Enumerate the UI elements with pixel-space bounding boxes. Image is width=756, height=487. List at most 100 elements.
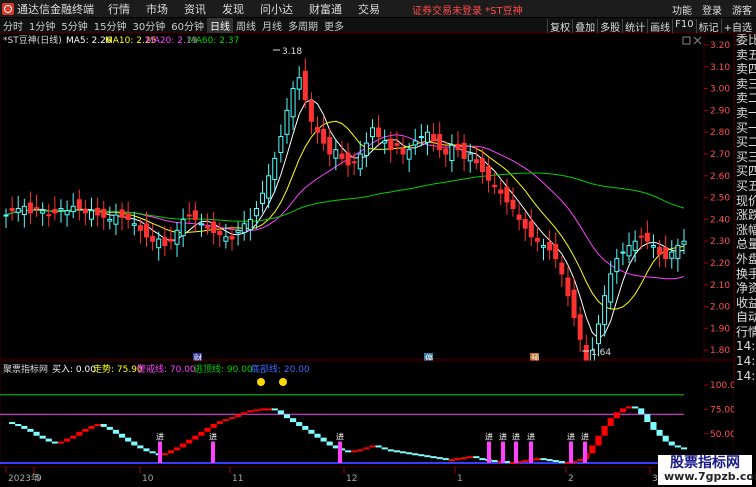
indicator-step (204, 427, 211, 432)
indicator-step (381, 447, 388, 450)
date-tick-label: 12 (346, 474, 357, 484)
period-60min[interactable]: 60分钟 (168, 18, 207, 33)
indicator-step (558, 461, 565, 464)
watermark-title: 股票指标网 (670, 455, 740, 471)
candle-body (235, 229, 241, 234)
indicator-step (192, 435, 199, 440)
indicator-step (479, 458, 486, 461)
indicator-step (308, 429, 315, 434)
indicator-buy: 买入: 0.00 (52, 364, 96, 375)
candle-body (186, 214, 192, 217)
candle-body (113, 214, 119, 225)
indicator-step (668, 441, 675, 446)
candle-body (626, 245, 632, 257)
candle-body (565, 277, 571, 297)
menu-faxian[interactable]: 发现 (222, 1, 244, 17)
signal-bar (158, 441, 162, 463)
candle-body (620, 251, 626, 254)
side-quote-label: 买四 (736, 164, 756, 179)
period-multi[interactable]: 多周期 (285, 18, 321, 33)
candle-body (583, 345, 589, 362)
candle-body (351, 161, 357, 164)
period-1min[interactable]: 1分钟 (26, 18, 58, 33)
candle-body (315, 127, 321, 133)
overlay-button[interactable]: 叠加 (572, 19, 597, 34)
period-month[interactable]: 月线 (259, 18, 285, 33)
menu-jiaoyi[interactable]: 交易 (358, 1, 380, 17)
mark-button[interactable]: 标记 (695, 19, 721, 34)
candle-body (357, 153, 363, 170)
candle-body (394, 143, 400, 146)
indicator-step (393, 450, 400, 453)
menu-caifutong[interactable]: 财富通 (309, 1, 342, 17)
indicator-step (595, 435, 602, 446)
indicator-step (589, 445, 596, 454)
period-fenshi[interactable]: 分时 (0, 18, 26, 33)
kline-chart[interactable]: *ST豆神(日线) MA5: 2.26 MA10: 2.25 MA20: 2.1… (0, 33, 734, 487)
tool-buttons: 复权 叠加 多股 统计 画线 F10 标记 +自选 (547, 19, 754, 34)
price-tick-label: 2.70 (710, 150, 730, 160)
signal-bar (487, 441, 491, 463)
price-tick-label: 3.00 (710, 85, 730, 95)
menu-zixun[interactable]: 资讯 (184, 1, 206, 17)
candle-body (162, 237, 168, 247)
period-30min[interactable]: 30分钟 (129, 18, 168, 33)
fuquan-button[interactable]: 复权 (547, 19, 572, 34)
indicator-step (131, 441, 138, 446)
stats-button[interactable]: 统计 (622, 19, 647, 34)
side-quote-label: 14:5 (736, 368, 756, 383)
period-more[interactable]: 更多 (321, 18, 347, 33)
candle-body (412, 140, 418, 146)
side-quote-label: 买三 (736, 149, 756, 164)
candle-body (406, 149, 412, 160)
menu-shichang[interactable]: 市场 (146, 1, 168, 17)
period-week[interactable]: 周线 (233, 18, 259, 33)
candle-body (614, 258, 620, 273)
side-quote-label: 收益 (736, 295, 756, 310)
period-5min[interactable]: 5分钟 (58, 18, 90, 33)
side-quote-label: 14:5 (735, 383, 756, 385)
signal-tag: 进 (209, 433, 217, 442)
side-quote-label: 买五 (736, 178, 756, 193)
candle-body (284, 109, 290, 135)
function-menu[interactable]: 功能 (672, 2, 692, 17)
multi-stock-button[interactable]: 多股 (597, 19, 622, 34)
price-tick-label: 2.80 (710, 128, 730, 138)
candle-body (675, 245, 681, 260)
indicator-step (106, 426, 113, 430)
indicator-step (186, 439, 193, 444)
ind-tick-label: 75.00 (710, 405, 734, 415)
guest-label[interactable]: 游客 (732, 2, 752, 17)
indicator-step (674, 445, 681, 448)
period-15min[interactable]: 15分钟 (91, 18, 130, 33)
price-tick-label: 2.50 (710, 194, 730, 204)
indicator-bottom: 底部线: 20.00 (251, 363, 310, 375)
menu-wenxiaoda[interactable]: 问小达 (260, 1, 293, 17)
period-day[interactable]: 日线 (206, 17, 233, 33)
indicator-step (552, 460, 559, 463)
candle-body (198, 223, 204, 226)
candle-body (644, 232, 650, 242)
indicator-step (222, 419, 229, 422)
indicator-step (198, 431, 205, 436)
login-button[interactable]: 登录 (702, 2, 722, 17)
indicator-step (522, 460, 529, 463)
smiley-icon (257, 378, 265, 386)
indicator-step (51, 441, 58, 444)
signal-bar (501, 441, 505, 463)
candle-body (327, 137, 333, 155)
indicator-step (326, 441, 333, 446)
indicator-step (534, 458, 541, 461)
candle-body (95, 207, 101, 216)
add-watchlist-button[interactable]: +自选 (720, 19, 754, 34)
f10-button[interactable]: F10 (672, 19, 695, 34)
side-quote-label: 换手 (736, 266, 756, 281)
indicator-step (253, 409, 260, 412)
candle-body (143, 223, 149, 238)
trade-notice[interactable]: 证券交易未登录 *ST豆神 (412, 2, 523, 17)
draw-button[interactable]: 画线 (647, 19, 672, 34)
indicator-step (625, 406, 633, 409)
side-quote-label: 总量 (736, 237, 756, 252)
menu-hangqing[interactable]: 行情 (108, 1, 130, 17)
indicator-step (399, 451, 407, 454)
